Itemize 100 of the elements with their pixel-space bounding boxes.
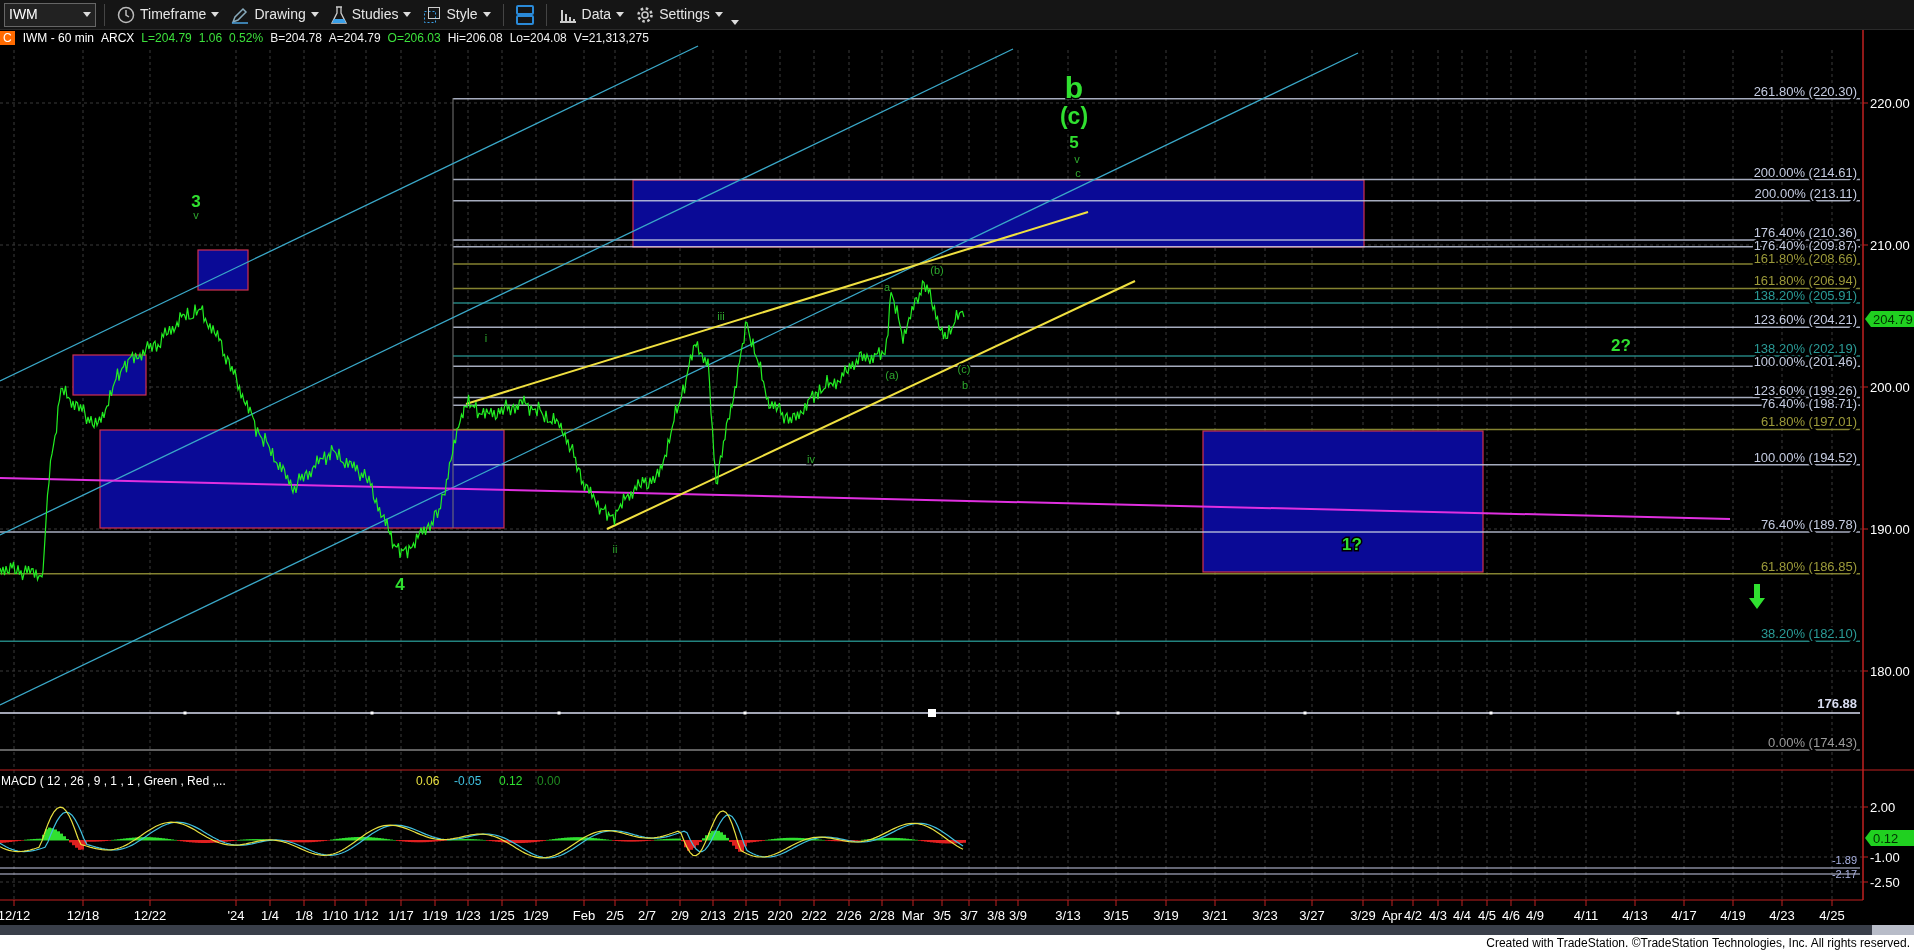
toolbar-button[interactable]: Timeframe xyxy=(113,2,224,27)
date-axis-label: 3/13 xyxy=(1055,908,1081,923)
wave-label: c xyxy=(1075,167,1081,179)
caret-icon xyxy=(403,12,412,17)
date-axis-label: 1/12 xyxy=(353,908,379,923)
date-axis-label: 2/7 xyxy=(637,908,657,923)
fibonacci-level-label: 0.00% (174.43) xyxy=(1768,735,1857,751)
indicator-value: 0.12 xyxy=(499,774,523,788)
indicator-axis-label: -1.00 xyxy=(1870,850,1900,865)
fibonacci-level-label: 176.40% (210.36) xyxy=(1753,224,1857,240)
wave-label: 3 xyxy=(191,192,201,211)
wave-label: 4 xyxy=(395,575,405,594)
wave-label: v xyxy=(193,209,199,221)
status-badge: C xyxy=(0,31,15,45)
wave-label: iv xyxy=(807,453,815,465)
quote-value: V=21,313,275 xyxy=(573,31,649,45)
wave-label: ii xyxy=(612,543,618,555)
caret-icon xyxy=(310,12,319,17)
flask-icon xyxy=(330,5,347,24)
date-axis-label: 1/10 xyxy=(322,908,348,923)
copyright-text: Created with TradeStation. ©TradeStation Technologies, Inc. All rights reserved. xyxy=(1486,935,1910,950)
date-axis-label: Apr xyxy=(1381,908,1403,923)
toolbar-button[interactable]: Settings xyxy=(632,2,727,27)
date-axis-label: 3/5 xyxy=(932,908,952,923)
date-axis-label: 3/7 xyxy=(959,908,979,923)
indicator-value: 0.06 xyxy=(416,774,440,788)
wave-label: 2? xyxy=(1611,336,1631,355)
fibonacci-level-label: 38.20% (182.10) xyxy=(1760,626,1857,642)
date-axis-label: 2/15 xyxy=(733,908,759,923)
toolbar-button[interactable]: Style xyxy=(419,2,495,27)
indicator-value: 0.00 xyxy=(537,774,561,788)
date-axis-label: 2/13 xyxy=(700,908,726,923)
date-axis-label: 2/20 xyxy=(767,908,793,923)
date-axis-label: 12/18 xyxy=(66,908,100,923)
date-axis-label: 12/22 xyxy=(133,908,167,923)
caret-icon xyxy=(616,12,625,17)
indicator-title: MACD ( 12 , 26 , 9 , 1 , 1 , Green , Red ,... xyxy=(1,774,226,788)
date-axis-label: 4/17 xyxy=(1671,908,1697,923)
price-axis-label: 220.00 xyxy=(1870,96,1910,111)
layout-icon xyxy=(515,4,534,25)
wave-label: iii xyxy=(717,310,725,322)
quote-value: A=204.79 xyxy=(328,31,381,45)
date-axis-label: 2/26 xyxy=(836,908,862,923)
date-axis-label: 1/8 xyxy=(294,908,314,923)
indicator-axis-label: -2.50 xyxy=(1870,875,1900,890)
indicator-line-label: -2.17 xyxy=(1831,868,1857,880)
date-axis-label: 3/23 xyxy=(1252,908,1278,923)
fibonacci-level-label: 200.00% (214.61) xyxy=(1753,164,1857,180)
indicator-value: -0.05 xyxy=(454,774,482,788)
date-axis-label: 1/17 xyxy=(388,908,414,923)
quote-value: 1.06 xyxy=(198,31,223,45)
fibonacci-level-label: 61.80% (197.01) xyxy=(1760,414,1857,430)
quote-value: Lo=204.08 xyxy=(509,31,567,45)
date-axis-label: 3/8 xyxy=(986,908,1006,923)
date-axis-label: 3/19 xyxy=(1153,908,1179,923)
wave-label: 1? xyxy=(1342,535,1362,554)
date-axis-label: '24 xyxy=(227,908,245,923)
date-axis-label: 2/5 xyxy=(605,908,625,923)
fibonacci-level-label: 61.80% (186.85) xyxy=(1760,558,1857,574)
wave-label: (c) xyxy=(1059,103,1089,129)
wave-label: b xyxy=(1064,71,1084,104)
date-axis-label: 2/9 xyxy=(670,908,690,923)
quote-value: O=206.03 xyxy=(387,31,441,45)
date-axis-label: 3/9 xyxy=(1008,908,1028,923)
date-axis-label: 4/2 xyxy=(1403,908,1423,923)
fibonacci-level-label: 200.00% (213.11) xyxy=(1754,185,1857,201)
down-arrow-icon xyxy=(1749,584,1765,609)
fibonacci-level-label: 100.00% (194.52) xyxy=(1753,449,1857,465)
date-axis-label: 4/25 xyxy=(1819,908,1845,923)
date-axis-label: 4/13 xyxy=(1622,908,1648,923)
date-axis-label: Feb xyxy=(572,908,596,923)
horizontal-scrollbar[interactable] xyxy=(0,925,1914,935)
symbol-dropdown[interactable]: IWM xyxy=(4,2,96,27)
date-axis-label: 4/9 xyxy=(1525,908,1545,923)
quote-value: 0.52% xyxy=(229,31,264,45)
line-anchor-handle[interactable] xyxy=(928,709,936,717)
toolbar-button[interactable]: Drawing xyxy=(227,2,323,27)
date-axis-label: 3/29 xyxy=(1350,908,1376,923)
toolbar-button[interactable]: Studies xyxy=(326,2,416,27)
date-axis-label: 3/15 xyxy=(1103,908,1129,923)
toolbar-button[interactable]: Data xyxy=(554,2,629,27)
price-axis-label: 210.00 xyxy=(1870,238,1910,253)
date-axis-label: 4/4 xyxy=(1452,908,1472,923)
wave-label: i xyxy=(484,332,488,344)
date-axis-label: 2/28 xyxy=(869,908,895,923)
quote-value: L=204.79 xyxy=(141,31,192,45)
indicator-value-tag: 0.12 xyxy=(1865,830,1914,846)
fibonacci-level-label: 76.40% (189.78) xyxy=(1760,517,1857,533)
fibonacci-level-label: 138.20% (202.19) xyxy=(1753,340,1857,356)
date-axis-label: 3/27 xyxy=(1299,908,1325,923)
wave-label: b xyxy=(961,379,969,391)
date-axis-label: 1/19 xyxy=(422,908,448,923)
date-axis-label: Mar xyxy=(901,908,925,923)
price-axis-label: 190.00 xyxy=(1870,522,1910,537)
date-axis-label: 1/23 xyxy=(455,908,481,923)
indicator-line-label: -1.89 xyxy=(1831,854,1857,866)
scrollbar-thumb[interactable] xyxy=(1872,925,1914,935)
date-axis-label: 1/25 xyxy=(489,908,515,923)
settings-icon xyxy=(636,5,655,24)
caret-icon xyxy=(83,12,91,17)
